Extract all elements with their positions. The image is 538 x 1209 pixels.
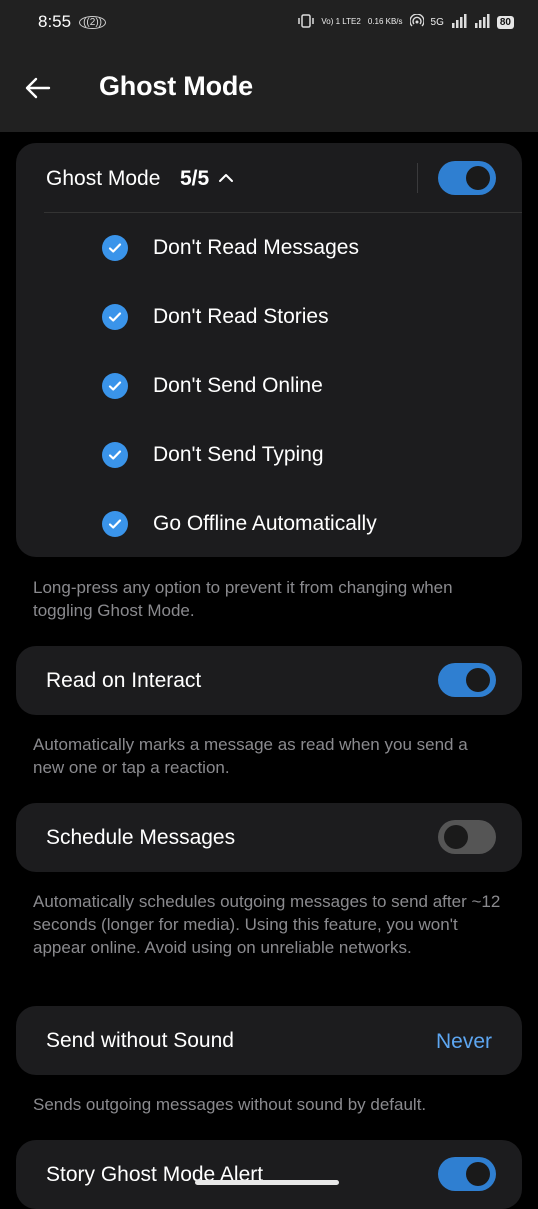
schedule-messages-row[interactable]: Schedule Messages — [16, 803, 522, 872]
ghost-mode-count: 5/5 — [180, 167, 210, 190]
checkmark-icon — [102, 442, 128, 468]
vertical-divider — [417, 163, 418, 193]
schedule-messages-toggle[interactable] — [438, 820, 496, 854]
chevron-up-icon — [217, 169, 235, 192]
home-indicator[interactable] — [195, 1180, 339, 1185]
toggle-knob — [466, 166, 490, 190]
app-bar: Ghost Mode — [0, 44, 538, 132]
battery-indicator: 80 — [496, 15, 514, 29]
back-arrow-icon[interactable] — [22, 72, 54, 104]
option-label: Go Offline Automatically — [153, 512, 377, 535]
hotspot-icon — [408, 12, 425, 31]
toggle-knob — [466, 668, 490, 692]
read-on-interact-row[interactable]: Read on Interact — [16, 646, 522, 715]
send-without-sound-hint: Sends outgoing messages without sound by… — [33, 1095, 427, 1114]
page-title: Ghost Mode — [99, 71, 253, 101]
send-without-sound-label: Send without Sound — [46, 1029, 234, 1052]
option-label: Don't Send Typing — [153, 443, 324, 466]
option-go-offline-automatically[interactable]: Go Offline Automatically — [102, 509, 377, 539]
ghost-mode-header[interactable]: Ghost Mode 5/5 — [16, 143, 416, 213]
ghost-mode-card: Ghost Mode 5/5 Don't Read Messages Don't… — [16, 143, 522, 557]
send-without-sound-value[interactable]: Never — [436, 1030, 492, 1054]
option-label: Don't Read Stories — [153, 305, 329, 328]
ghost-mode-label: Ghost Mode — [46, 167, 161, 190]
status-icons: Vo) 1 LTE2 0.16 KB/s 5G 80 — [298, 12, 514, 31]
option-dont-read-stories[interactable]: Don't Read Stories — [102, 302, 329, 332]
checkmark-icon — [102, 235, 128, 261]
network-speed: 0.16 KB/s — [367, 17, 403, 26]
option-label: Don't Send Online — [153, 374, 323, 397]
call-indicator-icon: ((2)) — [79, 15, 106, 29]
checkmark-icon — [102, 304, 128, 330]
status-time: 8:55 — [38, 12, 72, 31]
toggle-knob — [444, 825, 468, 849]
header-divider — [44, 212, 522, 213]
schedule-messages-label: Schedule Messages — [46, 826, 236, 849]
option-dont-send-typing[interactable]: Don't Send Typing — [102, 440, 324, 470]
volte-indicator: Vo) 1 LTE2 — [321, 17, 361, 26]
signal-icon — [451, 13, 467, 31]
status-bar: 8:55 ((2)) Vo) 1 LTE2 0.16 KB/s 5G 80 — [0, 0, 538, 44]
option-dont-read-messages[interactable]: Don't Read Messages — [102, 233, 359, 263]
toggle-knob — [466, 1162, 490, 1186]
read-on-interact-toggle[interactable] — [438, 663, 496, 697]
signal-icon-2 — [474, 13, 490, 31]
read-on-interact-label: Read on Interact — [46, 669, 202, 692]
ghost-mode-hint: Long-press any option to prevent it from… — [33, 578, 453, 620]
story-ghost-alert-row[interactable]: Story Ghost Mode Alert — [16, 1140, 522, 1209]
send-without-sound-row[interactable]: Send without Sound Never — [16, 1006, 522, 1075]
option-label: Don't Read Messages — [153, 236, 359, 259]
read-on-interact-hint: Automatically marks a message as read wh… — [33, 735, 468, 777]
story-ghost-alert-toggle[interactable] — [438, 1157, 496, 1191]
ghost-mode-toggle[interactable] — [438, 161, 496, 195]
vibrate-icon — [298, 13, 315, 31]
schedule-messages-hint: Automatically schedules outgoing message… — [33, 892, 501, 957]
checkmark-icon — [102, 511, 128, 537]
network-type: 5G — [430, 16, 444, 28]
option-dont-send-online[interactable]: Don't Send Online — [102, 371, 323, 401]
checkmark-icon — [102, 373, 128, 399]
